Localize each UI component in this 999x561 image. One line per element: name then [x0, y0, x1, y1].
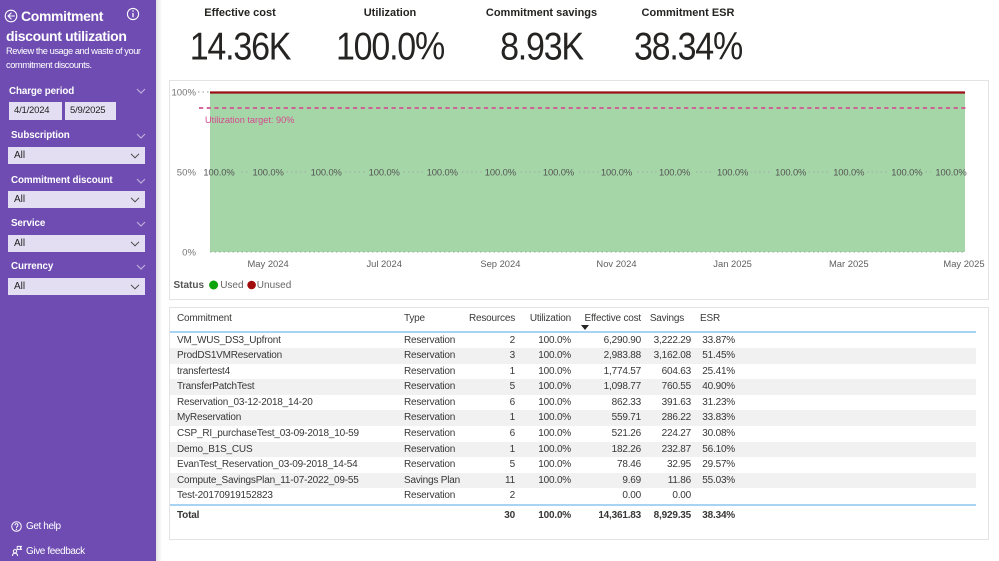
svg-text:Status: Status	[174, 280, 205, 291]
svg-text:100.0%: 100.0%	[891, 167, 922, 178]
svg-text:100.0%: 100.0%	[659, 167, 690, 178]
svg-text:Jan 2025: Jan 2025	[713, 258, 752, 269]
svg-text:Sep 2024: Sep 2024	[480, 258, 520, 269]
svg-text:100.0%: 100.0%	[935, 167, 966, 178]
svg-text:100.0%: 100.0%	[203, 167, 234, 178]
svg-text:0%: 0%	[182, 248, 196, 259]
svg-text:100.0%: 100.0%	[427, 167, 458, 178]
svg-text:Nov 2024: Nov 2024	[596, 258, 636, 269]
svg-text:100.0%: 100.0%	[369, 167, 400, 178]
svg-text:Jul 2024: Jul 2024	[366, 258, 401, 269]
svg-text:Utilization target: 90%: Utilization target: 90%	[205, 115, 294, 125]
svg-text:100.0%: 100.0%	[833, 167, 864, 178]
svg-text:Used: Used	[220, 280, 243, 291]
svg-text:100.0%: 100.0%	[601, 167, 632, 178]
svg-text:100%: 100%	[171, 88, 196, 99]
svg-text:May 2025: May 2025	[943, 258, 984, 269]
svg-text:May 2024: May 2024	[248, 258, 289, 269]
svg-text:100.0%: 100.0%	[311, 167, 342, 178]
svg-text:100.0%: 100.0%	[485, 167, 516, 178]
svg-text:100.0%: 100.0%	[775, 167, 806, 178]
svg-text:100.0%: 100.0%	[252, 167, 283, 178]
svg-text:100.0%: 100.0%	[543, 167, 574, 178]
svg-text:Unused: Unused	[257, 280, 291, 291]
svg-text:100.0%: 100.0%	[717, 167, 748, 178]
svg-text:50%: 50%	[177, 168, 197, 179]
svg-text:Mar 2025: Mar 2025	[829, 258, 869, 269]
